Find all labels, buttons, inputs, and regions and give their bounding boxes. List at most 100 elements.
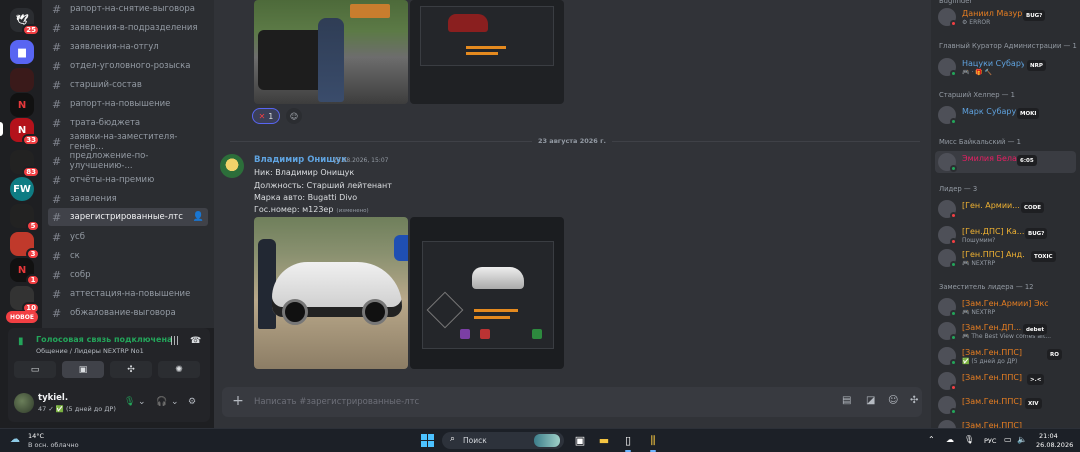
- member-tag: TOXIC: [1031, 251, 1056, 262]
- channel-item[interactable]: # аттестация-на-повышение: [48, 285, 208, 303]
- attachment-image[interactable]: [254, 217, 408, 369]
- channel-item[interactable]: # зарегистрированные-лтс 👤: [48, 208, 208, 226]
- blue-car-image: [394, 235, 408, 261]
- microphone-icon[interactable]: 🎙: [964, 435, 974, 444]
- invite-member-icon[interactable]: 👤: [193, 212, 204, 222]
- server-icon[interactable]: [10, 68, 34, 92]
- avatar[interactable]: [14, 393, 34, 413]
- hash-icon: #: [52, 249, 62, 263]
- member-item[interactable]: [Зам.Ген.ППС] ...: [935, 418, 1076, 428]
- composer-placeholder[interactable]: Написать #зарегистрированные-лтс: [254, 397, 419, 407]
- screen-share-button[interactable]: ▣: [62, 361, 104, 378]
- server-icon[interactable]: 10: [10, 286, 40, 314]
- username[interactable]: tykiel.: [38, 393, 68, 403]
- server-icon[interactable]: N 33: [10, 118, 40, 146]
- headphones-icon[interactable]: 🎧: [156, 397, 167, 407]
- car-image: [472, 267, 524, 289]
- attachment-image[interactable]: [410, 217, 564, 369]
- presence-dot: [950, 118, 957, 125]
- server-icon[interactable]: 🕊 25: [10, 8, 40, 36]
- voice-channel-link[interactable]: Общение / Лидеры NEXTRP No1: [36, 347, 144, 355]
- channel-item[interactable]: # старший-состав: [48, 76, 208, 94]
- member-item[interactable]: Даниил Мазур ⚙ ERROR BUG?: [935, 6, 1076, 28]
- attachment-image[interactable]: [410, 0, 564, 104]
- channel-item[interactable]: # предложение-по-улучшению-...: [48, 151, 208, 171]
- soundboard-button[interactable]: ✺: [158, 361, 200, 378]
- discord-window: 🕊 25 ▆ N N 33 83 FW 5 3 N1 10 НОВОЕ # рапор…: [0, 0, 1080, 452]
- reaction-button[interactable]: ✕ 1: [252, 108, 280, 124]
- member-name: [Зам.Ген.ДП...: [962, 323, 1022, 332]
- channel-item[interactable]: # заявления: [48, 190, 208, 208]
- channel-item[interactable]: # рапорт-на-снятие-выговора: [48, 0, 208, 18]
- taskbar-search[interactable]: ⌕ Поиск: [442, 432, 564, 449]
- member-item[interactable]: [Зам.Ген.ППС] Арт...✅ (5 дней до ДР) RO: [935, 345, 1076, 367]
- avatar[interactable]: [220, 154, 244, 178]
- channel-item[interactable]: # заявки-на-заместителя-генер...: [48, 132, 208, 152]
- chevron-down-icon[interactable]: ⌄: [138, 397, 146, 407]
- clock-date[interactable]: 26.08.2026: [1036, 441, 1073, 449]
- channel-item[interactable]: # рапорт-на-повышение: [48, 95, 208, 113]
- weather-description[interactable]: В осн. облачно: [28, 441, 79, 449]
- member-item[interactable]: [Зам.Ген.ППС] ...XIV: [935, 394, 1076, 416]
- gear-icon[interactable]: ⚙: [188, 397, 196, 407]
- channel-item[interactable]: # собр: [48, 266, 208, 284]
- microphone-icon[interactable]: 🎙: [124, 397, 135, 407]
- server-icon[interactable]: FW: [10, 177, 34, 201]
- plus-icon[interactable]: +: [230, 393, 246, 409]
- member-item[interactable]: [Зам.Ген.ДП... 🎮 The Best View comes aft.…: [935, 320, 1076, 342]
- channel-item[interactable]: # обжалование-выговора: [48, 304, 208, 322]
- onedrive-icon[interactable]: ☁: [946, 435, 954, 444]
- camera-button[interactable]: ▭: [14, 361, 56, 378]
- channel-item[interactable]: # усб: [48, 228, 208, 246]
- clock-time[interactable]: 21:04: [1039, 432, 1058, 440]
- file-explorer-icon[interactable]: ▬: [596, 433, 612, 449]
- game-app-icon[interactable]: ⫼: [645, 433, 661, 452]
- channel-item[interactable]: # трата-бюджета: [48, 114, 208, 132]
- signal-icon[interactable]: ▮: [18, 336, 24, 347]
- server-icon[interactable]: 3: [10, 232, 40, 260]
- channel-item[interactable]: # ск: [48, 247, 208, 265]
- channel-item[interactable]: # отдел-уголовного-розыска: [48, 57, 208, 75]
- server-icon[interactable]: N: [10, 93, 34, 117]
- add-reaction-button[interactable]: ☺: [286, 108, 302, 124]
- new-badge[interactable]: НОВОЕ: [6, 311, 38, 323]
- channel-item[interactable]: # заявления-на-отгул: [48, 38, 208, 56]
- apps-icon[interactable]: ✣: [910, 395, 918, 406]
- member-item[interactable]: [Зам.Ген.ППС] ...>.<: [935, 370, 1076, 392]
- activities-button[interactable]: ✣: [110, 361, 152, 378]
- server-icon[interactable]: 83: [10, 150, 40, 178]
- noise-suppression-icon[interactable]: |||: [170, 336, 179, 346]
- windows-start-icon[interactable]: [421, 434, 434, 447]
- member-item[interactable]: Нацуки Субару 🎮 · 🎁 🔨 NRP: [935, 56, 1076, 78]
- member-item[interactable]: [Ген. Армии... CODE: [935, 198, 1076, 220]
- message-composer[interactable]: + Написать #зарегистрированные-лтс ▤ ◪ ☺…: [222, 387, 922, 417]
- network-icon[interactable]: ▭: [1004, 435, 1012, 444]
- attachment-image[interactable]: [254, 0, 408, 104]
- disconnect-icon[interactable]: ☎: [190, 336, 201, 346]
- channel-item[interactable]: # заявления-в-подразделения: [48, 19, 208, 37]
- server-icon[interactable]: N1: [10, 258, 40, 286]
- channel-item[interactable]: # отчёты-на-премию: [48, 171, 208, 189]
- member-item[interactable]: Эмилия Бела... 6:05: [935, 151, 1076, 173]
- sticker-icon[interactable]: ◪: [866, 395, 875, 406]
- hash-icon: #: [52, 135, 62, 149]
- message-line: Ник: Владимир Онищук: [254, 168, 355, 177]
- cloud-icon[interactable]: ☁: [10, 434, 20, 445]
- task-view-icon[interactable]: ▣: [572, 433, 588, 449]
- hash-icon: #: [52, 306, 62, 320]
- volume-icon[interactable]: 🔈: [1017, 435, 1027, 444]
- language-indicator[interactable]: РУС: [984, 437, 996, 445]
- member-item[interactable]: [Ген.ППС] Анд... 🎮 NEXTRP TOXIC: [935, 247, 1076, 269]
- member-item[interactable]: [Зам.Ген.Армии] Экси М...🎮 NEXTRP: [935, 296, 1076, 318]
- gif-icon[interactable]: ▤: [842, 395, 851, 406]
- weather-temperature[interactable]: 14°C: [28, 432, 44, 440]
- member-item[interactable]: [Ген.ДПС] Ка... Пошумим? BUG?: [935, 224, 1076, 246]
- folder-icon[interactable]: ▆: [10, 40, 34, 64]
- chevron-up-icon[interactable]: ⌃: [928, 435, 935, 444]
- document-app-icon[interactable]: ▯: [620, 433, 636, 452]
- channel-label: предложение-по-улучшению-...: [69, 151, 149, 171]
- member-item[interactable]: Марк Субару MOKI: [935, 104, 1076, 126]
- chevron-down-icon[interactable]: ⌄: [171, 397, 179, 407]
- emoji-icon[interactable]: ☺: [888, 395, 898, 406]
- server-icon[interactable]: 5: [10, 204, 40, 232]
